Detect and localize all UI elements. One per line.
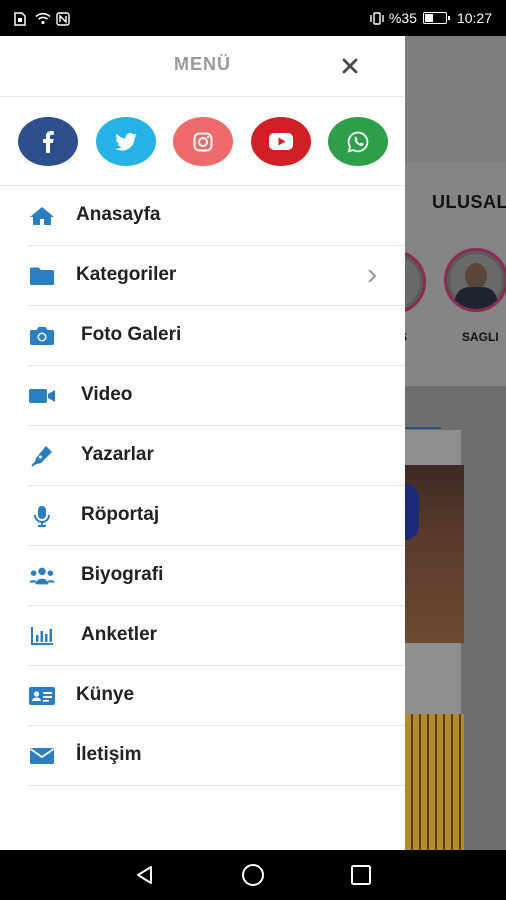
menu-item-roportaj[interactable]: Röportaj: [28, 486, 405, 546]
menu-item-iletisim[interactable]: İletişim: [28, 726, 405, 786]
poll-chart-icon: [28, 625, 56, 647]
status-left-icons: [14, 12, 70, 26]
menu-item-kunye[interactable]: Künye: [28, 666, 405, 726]
sim-card-icon: [14, 12, 28, 26]
background-divider: [405, 427, 441, 429]
twitter-icon: [115, 132, 137, 151]
whatsapp-icon: [347, 131, 369, 153]
wifi-icon: [35, 12, 51, 25]
menu-item-label: Foto Galeri: [81, 324, 182, 345]
menu-item-biyografi[interactable]: Biyografi: [28, 546, 405, 606]
battery-level: [424, 14, 433, 22]
recents-button[interactable]: [348, 862, 374, 888]
close-button[interactable]: [336, 52, 364, 80]
menu-item-label: Anketler: [81, 624, 158, 645]
instagram-icon: [193, 132, 213, 151]
recents-square-icon: [351, 865, 371, 885]
drawer-header: MENÜ: [0, 36, 405, 97]
id-card-icon: [28, 685, 56, 707]
facebook-button[interactable]: [18, 117, 78, 166]
back-button[interactable]: [132, 862, 158, 888]
clock: 10:27: [456, 10, 492, 26]
menu-item-label: Yazarlar: [81, 444, 154, 465]
menu-item-yazarlar[interactable]: Yazarlar: [28, 426, 405, 486]
status-right-icons: %35 10:27: [369, 10, 492, 26]
story-avatar[interactable]: [444, 248, 506, 312]
menu-item-kategoriler[interactable]: Kategoriler: [28, 246, 405, 306]
twitter-button[interactable]: [96, 117, 156, 166]
back-triangle-icon: [137, 866, 152, 884]
whatsapp-button[interactable]: [328, 117, 388, 166]
menu-item-video[interactable]: Video: [28, 366, 405, 426]
news-image-logo: [405, 484, 419, 540]
news-image[interactable]: [405, 714, 464, 850]
nfc-icon: [56, 12, 70, 26]
menu-item-foto-galeri[interactable]: Foto Galeri: [28, 306, 405, 366]
pen-icon: [28, 445, 56, 467]
folder-icon: [28, 265, 56, 287]
home-icon: [28, 205, 56, 227]
story-label: SAGLI: [462, 330, 499, 344]
home-button[interactable]: [240, 862, 266, 888]
envelope-icon: [28, 745, 56, 767]
youtube-button[interactable]: [251, 117, 311, 166]
menu-item-anasayfa[interactable]: Anasayfa: [28, 186, 405, 246]
menu-item-label: Anasayfa: [76, 204, 161, 225]
chevron-right-icon: [362, 266, 382, 286]
battery-percent: %35: [388, 10, 417, 26]
menu-item-label: Biyografi: [81, 564, 164, 585]
microphone-icon: [28, 505, 56, 527]
navigation-drawer: MENÜ Anasayfa Kategoriler Foto Galeri Vi…: [0, 36, 405, 850]
instagram-button[interactable]: [173, 117, 233, 166]
vibrate-icon: [369, 12, 384, 25]
menu-item-label: Röportaj: [81, 504, 160, 525]
menu-item-label: Kategoriler: [76, 264, 177, 285]
battery-icon: [422, 12, 450, 24]
status-bar: %35 10:27: [0, 0, 506, 36]
youtube-icon: [269, 133, 293, 150]
facebook-icon: [43, 130, 54, 153]
menu-item-label: Video: [81, 384, 133, 405]
video-camera-icon: [28, 385, 56, 407]
system-navigation-bar: [0, 850, 506, 900]
home-circle-icon: [242, 864, 264, 886]
camera-icon: [28, 325, 56, 347]
social-links: [0, 97, 405, 186]
menu-item-label: İletişim: [76, 744, 142, 765]
close-icon: [342, 58, 358, 74]
menu-item-label: Künye: [76, 684, 135, 705]
menu-item-anketler[interactable]: Anketler: [28, 606, 405, 666]
background-tab-label[interactable]: ULUSAL: [432, 192, 506, 213]
users-icon: [28, 565, 56, 587]
